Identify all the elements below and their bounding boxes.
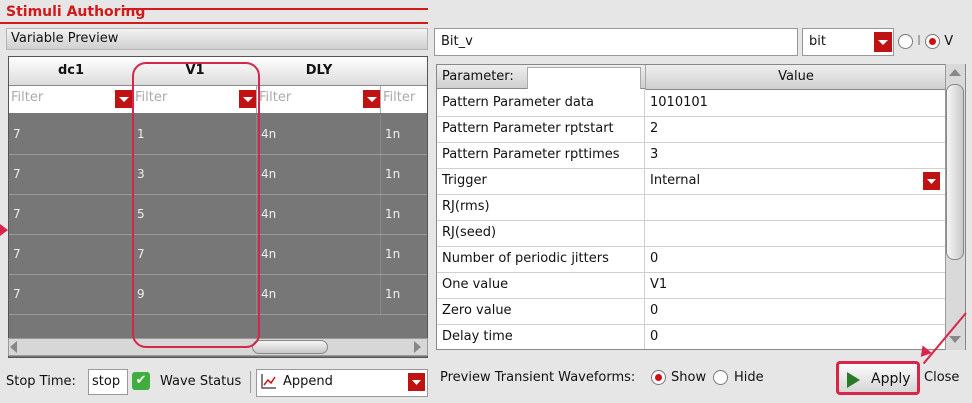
parameter-name: Pattern Parameter rpttimes [437, 142, 645, 168]
filter-dropdown-icon[interactable] [115, 90, 132, 108]
table-cell: 7 [9, 275, 133, 314]
preview-label: Preview Transient Waveforms: [440, 370, 636, 385]
parameter-value[interactable]: 0 [645, 246, 945, 272]
filter-input-dly[interactable]: Filter [257, 86, 381, 113]
parameter-name: Number of periodic jitters [437, 246, 645, 272]
radio-current[interactable] [898, 34, 913, 49]
parameter-row[interactable]: Trigger Internal [437, 168, 945, 195]
parameter-name: RJ(seed) [437, 220, 645, 246]
column-header-dly[interactable]: DLY [257, 57, 382, 86]
radio-hide[interactable] [713, 370, 728, 385]
table-cell: 4n [257, 235, 381, 274]
parameter-row[interactable]: One value V1 [437, 272, 945, 299]
value-header: Value [645, 65, 946, 90]
table-cell: 4n [257, 115, 381, 154]
scroll-right-icon[interactable] [414, 341, 421, 353]
trigger-select[interactable]: Internal [645, 168, 945, 194]
trigger-dropdown-icon[interactable] [923, 172, 940, 190]
parameter-name: Trigger [437, 168, 645, 194]
name-input[interactable]: Bit_v [434, 28, 798, 56]
checkmark-icon[interactable]: ✔ [132, 372, 150, 390]
show-label: Show [671, 370, 707, 385]
scroll-up-icon[interactable] [949, 69, 961, 76]
apply-button[interactable]: Apply [836, 361, 920, 395]
play-icon [847, 372, 860, 388]
variable-preview-header: Variable Preview [6, 28, 428, 50]
scroll-left-icon[interactable] [10, 341, 17, 353]
parameter-row[interactable]: RJ(seed) [437, 220, 945, 247]
column-header-extra[interactable] [381, 57, 427, 86]
parameter-row[interactable]: Pattern Parameter rptstart 2 [437, 116, 945, 143]
append-dropdown-icon[interactable] [408, 373, 425, 391]
table-cell: 7 [9, 235, 133, 274]
title-rule [124, 8, 428, 10]
parameter-value[interactable]: V1 [645, 272, 945, 298]
parameter-value[interactable]: 3 [645, 142, 945, 168]
table-cell: 1n [385, 207, 401, 221]
parameter-row[interactable]: Zero value 0 [437, 298, 945, 325]
table-cell: 7 [9, 115, 133, 154]
table-cell: 7 [9, 155, 133, 194]
filter-dropdown-icon[interactable] [363, 90, 380, 108]
left-bottom-bar: Stop Time: stop ✔ Wave Status Append [6, 367, 428, 399]
app-title: Stimuli Authoring [6, 4, 146, 20]
table-cell: 1n [385, 167, 401, 181]
parameter-search-input[interactable] [527, 67, 641, 89]
left-arrow-icon [0, 224, 8, 236]
parameter-row[interactable]: Pattern Parameter rpttimes 3 [437, 142, 945, 169]
parameter-row[interactable]: Delay time 0 [437, 324, 945, 349]
append-select[interactable]: Append [256, 369, 428, 397]
title-underline [0, 22, 428, 24]
filter-input-extra[interactable]: Filter [381, 86, 427, 113]
parameter-table: Parameter: Value Pattern Parameter data 1… [436, 64, 966, 350]
divider [250, 371, 251, 393]
table-cell: 4n [257, 155, 381, 194]
parameter-name: One value [437, 272, 645, 298]
parameter-value[interactable]: 2 [645, 116, 945, 142]
parameter-value[interactable]: 0 [645, 324, 945, 349]
parameter-name: Zero value [437, 298, 645, 324]
type-dropdown-icon[interactable] [874, 32, 892, 52]
parameter-name: Delay time [437, 324, 645, 349]
mode-radio-group: I V [898, 34, 972, 54]
table-cell: 1n [385, 127, 401, 141]
stop-time-input[interactable]: stop [88, 369, 128, 395]
parameter-row[interactable]: RJ(rms) [437, 194, 945, 221]
mode-label-v: V [944, 34, 954, 49]
parameter-value[interactable]: 0 [645, 298, 945, 324]
apply-label: Apply [871, 371, 911, 387]
parameter-row[interactable]: Number of periodic jitters 0 [437, 246, 945, 273]
v1-column-highlight [132, 62, 260, 348]
horizontal-scroll-thumb[interactable] [252, 340, 328, 354]
parameter-name: Pattern Parameter rptstart [437, 116, 645, 142]
radio-show[interactable] [651, 370, 666, 385]
column-header-dc1[interactable]: dc1 [9, 57, 134, 86]
table-cell: 1n [385, 247, 401, 261]
parameter-name: RJ(rms) [437, 194, 645, 220]
scroll-down-icon[interactable] [949, 336, 961, 343]
table-cell: 1n [385, 287, 401, 301]
parameter-name: Pattern Parameter data [437, 90, 645, 116]
vertical-scroll-thumb[interactable] [946, 84, 964, 260]
wave-status-label: Wave Status [160, 374, 242, 389]
stop-time-label: Stop Time: [6, 374, 76, 389]
parameter-value[interactable] [645, 194, 945, 220]
mode-label-i: I [917, 34, 921, 49]
table-cell: 4n [257, 275, 381, 314]
radio-voltage[interactable] [925, 34, 941, 49]
parameter-value[interactable] [645, 220, 945, 246]
table-cell: 4n [257, 195, 381, 234]
hide-label: Hide [734, 370, 764, 385]
append-label: Append [283, 374, 333, 389]
chart-icon [261, 373, 277, 389]
table-cell: 7 [9, 195, 133, 234]
close-button[interactable]: Close [924, 370, 959, 385]
parameter-value[interactable]: 1010101 [645, 90, 945, 116]
filter-input-dc1[interactable]: Filter [9, 86, 133, 113]
parameter-row[interactable]: Pattern Parameter data 1010101 [437, 90, 945, 117]
